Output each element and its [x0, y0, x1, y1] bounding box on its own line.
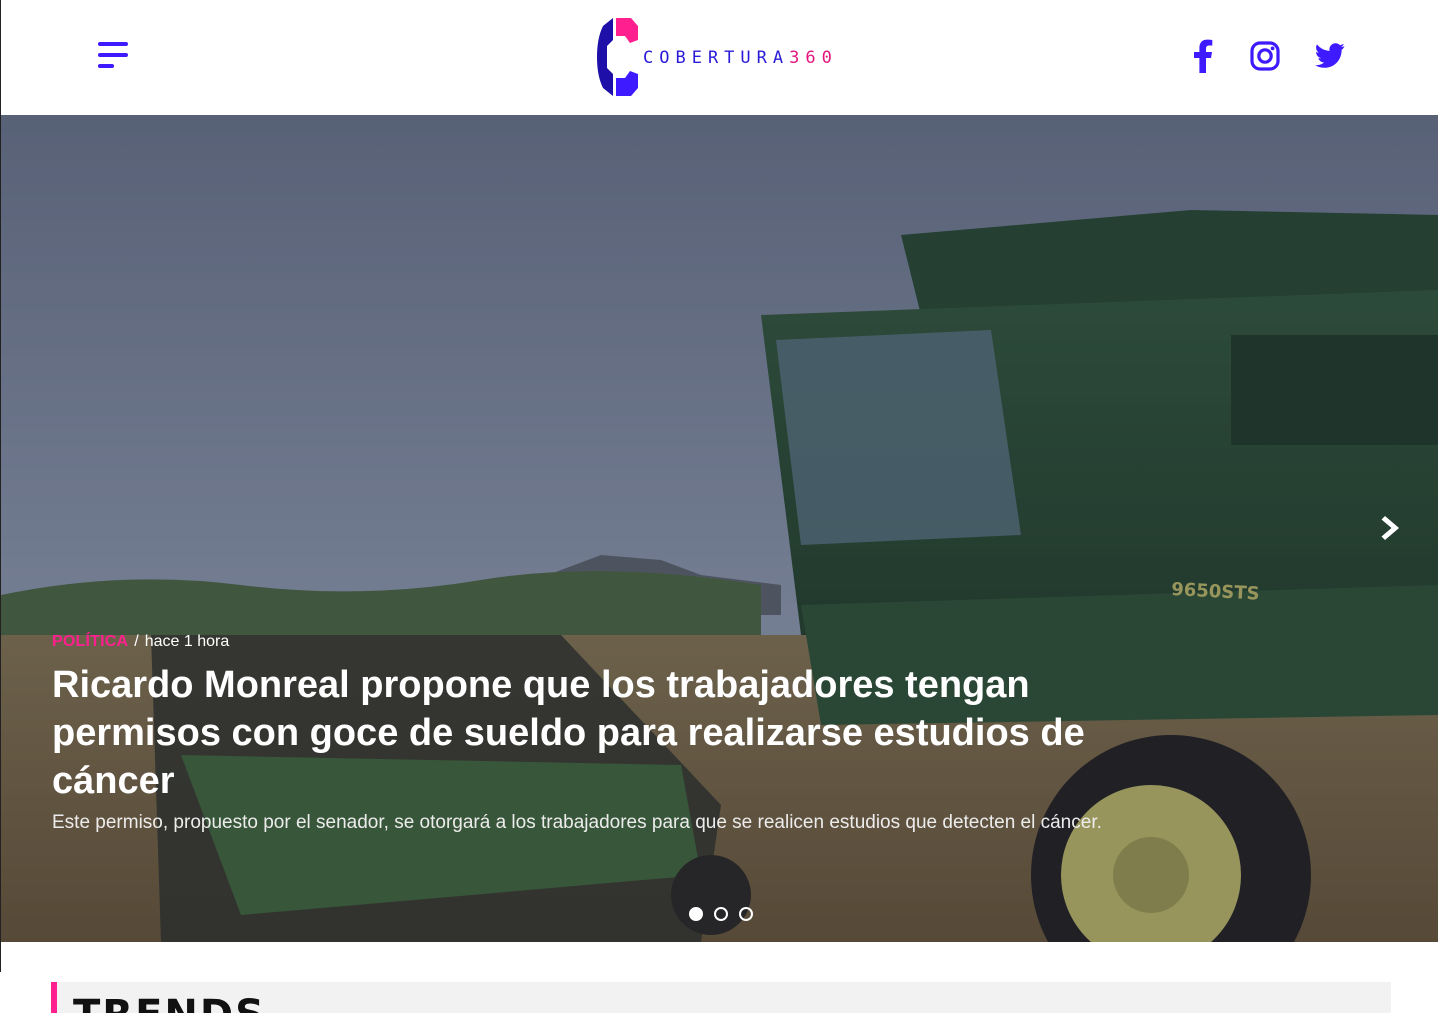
site-header: COBERTURA360 [0, 0, 1438, 115]
chevron-right-icon[interactable] [1377, 513, 1407, 543]
category-link[interactable]: POLÍTICA [52, 633, 128, 651]
slider-dot-2[interactable] [714, 907, 728, 921]
left-border [0, 942, 1, 972]
logo-name: COBERTURA [643, 48, 790, 68]
logo-mark-icon [597, 18, 638, 96]
slider-pagination [689, 907, 753, 921]
article-excerpt: Este permiso, propuesto por el senador, … [52, 812, 1102, 833]
logo-number: 360 [789, 48, 838, 68]
facebook-icon[interactable] [1187, 38, 1219, 74]
article-title-link[interactable]: Ricardo Monreal propone que los trabajad… [52, 661, 1172, 805]
meta-separator: / [134, 633, 139, 650]
twitter-icon[interactable] [1312, 38, 1348, 74]
slider-dot-3[interactable] [739, 907, 753, 921]
site-logo[interactable]: COBERTURA360 [597, 17, 838, 97]
article-time: hace 1 hora [144, 633, 230, 650]
trends-heading: TRENDS [73, 992, 266, 1013]
instagram-icon[interactable] [1248, 38, 1282, 74]
hero-caption: POLÍTICA / hace 1 hora Ricardo Monreal p… [52, 633, 1172, 835]
hamburger-menu-icon[interactable] [98, 42, 130, 70]
trends-section: TRENDS [51, 982, 1391, 1013]
article-meta: POLÍTICA / hace 1 hora [52, 633, 1172, 651]
hero-slider[interactable]: 9650STS POLÍTICA / hace 1 hora Ricardo M… [0, 115, 1438, 942]
slider-dot-1[interactable] [689, 907, 703, 921]
